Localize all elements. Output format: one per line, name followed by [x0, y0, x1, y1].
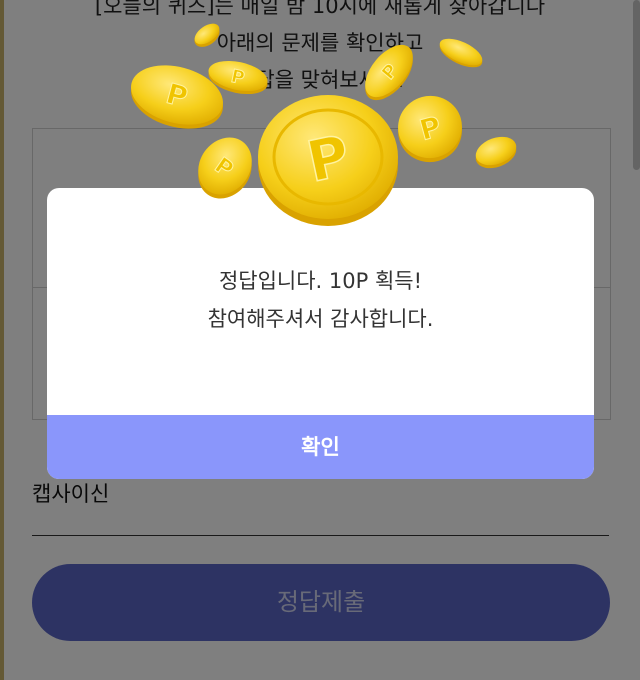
- result-modal: 정답입니다. 10P 획득! 참여해주셔서 감사합니다. 확인: [47, 188, 594, 479]
- modal-message-line: 정답입니다. 10P 획득!: [218, 269, 423, 293]
- modal-message: 정답입니다. 10P 획득! 참여해주셔서 감사합니다.: [47, 262, 594, 338]
- confirm-button[interactable]: 확인: [47, 415, 594, 479]
- modal-message-line: 참여해주셔서 감사합니다.: [207, 307, 434, 331]
